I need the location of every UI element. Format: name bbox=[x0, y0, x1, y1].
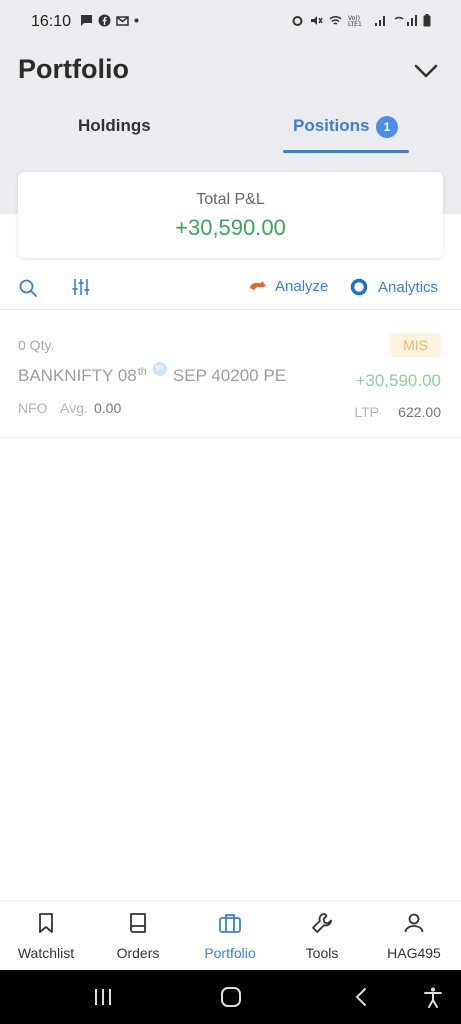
svg-text:LTE1: LTE1 bbox=[348, 21, 362, 27]
alarm-icon bbox=[292, 16, 303, 26]
total-pnl-card: Total P&L +30,590.00 bbox=[18, 172, 443, 258]
android-nav-bar bbox=[0, 970, 461, 1024]
message-icon bbox=[81, 15, 92, 26]
analytics-label: Analytics bbox=[378, 278, 439, 296]
position-qty: 0 Qty. bbox=[18, 337, 55, 353]
nav-account[interactable]: HAG495 bbox=[368, 901, 460, 971]
avg-value: 0.00 bbox=[94, 400, 122, 416]
nav-tools-label: Tools bbox=[305, 945, 339, 961]
bottom-nav: Watchlist Orders Portfolio Tools HAG495 bbox=[0, 900, 461, 970]
signal-icon bbox=[375, 16, 385, 26]
chevron-down-icon[interactable] bbox=[413, 62, 439, 80]
analytics-ring-icon bbox=[350, 278, 368, 296]
wrench-icon bbox=[312, 913, 332, 933]
nav-orders[interactable]: Orders bbox=[92, 901, 184, 971]
user-icon bbox=[404, 913, 424, 933]
signal-2-icon bbox=[394, 15, 417, 26]
tab-positions[interactable]: Positions bbox=[293, 116, 370, 136]
back-icon[interactable] bbox=[351, 986, 373, 1008]
nav-account-label: HAG495 bbox=[387, 945, 441, 961]
battery-icon bbox=[423, 14, 431, 27]
recent-apps-icon[interactable] bbox=[92, 986, 114, 1008]
system-icons: Vo)) LTE1 bbox=[291, 14, 431, 27]
page-title: Portfolio bbox=[18, 54, 129, 84]
analytics-button[interactable]: Analytics bbox=[350, 278, 438, 296]
total-pnl-value: +30,590.00 bbox=[175, 215, 286, 240]
analyze-button[interactable]: Analyze bbox=[249, 278, 328, 295]
nav-tools[interactable]: Tools bbox=[276, 901, 368, 971]
nav-portfolio-label: Portfolio bbox=[204, 945, 256, 961]
ltp-value: 622.00 bbox=[398, 404, 441, 420]
nav-orders-label: Orders bbox=[116, 945, 160, 961]
product-type-badge: MIS bbox=[390, 333, 441, 357]
status-time: 16:10 bbox=[31, 13, 72, 30]
volte-icon: Vo))LTE1 bbox=[348, 15, 362, 27]
nav-watchlist-label: Watchlist bbox=[17, 945, 75, 961]
active-tab-indicator bbox=[283, 150, 409, 153]
weekly-expiry-badge: W bbox=[152, 362, 167, 376]
total-pnl-label: Total P&L bbox=[196, 191, 265, 208]
dot-icon bbox=[134, 18, 139, 23]
search-icon[interactable] bbox=[18, 278, 38, 298]
nav-watchlist[interactable]: Watchlist bbox=[0, 901, 92, 971]
status-bar: 16:10 Vo)) LTE1 bbox=[0, 0, 461, 44]
ltp-label: LTP bbox=[354, 404, 379, 420]
avg-label: Avg. bbox=[60, 400, 88, 416]
symbol-date-suffix: th bbox=[137, 366, 147, 378]
home-icon[interactable] bbox=[220, 986, 242, 1008]
gmail-icon bbox=[116, 16, 129, 26]
positions-count-badge: 1 bbox=[376, 116, 398, 138]
briefcase-icon bbox=[219, 914, 241, 933]
notification-icons bbox=[80, 14, 139, 27]
position-row[interactable]: 0 Qty. MIS BANKNIFTY 08th W SEP 40200 PE… bbox=[0, 320, 461, 438]
symbol-expiry-strike: SEP 40200 PE bbox=[172, 366, 287, 385]
position-pnl: +30,590.00 bbox=[355, 371, 441, 390]
filter-sliders-icon[interactable] bbox=[71, 277, 91, 297]
bookmark-icon bbox=[39, 913, 53, 933]
wifi-icon bbox=[329, 16, 342, 25]
analyze-label: Analyze bbox=[275, 278, 329, 295]
position-exchange: NFO bbox=[18, 400, 48, 416]
book-icon bbox=[130, 913, 146, 933]
bull-icon bbox=[250, 280, 266, 290]
nav-portfolio[interactable]: Portfolio bbox=[184, 901, 276, 971]
tab-holdings[interactable]: Holdings bbox=[78, 116, 151, 136]
symbol-name: BANKNIFTY 08 bbox=[18, 366, 137, 385]
facebook-icon bbox=[98, 14, 111, 27]
accessibility-icon[interactable] bbox=[422, 986, 444, 1008]
positions-toolbar: Analyze Analytics bbox=[0, 270, 461, 310]
mute-icon bbox=[311, 16, 323, 25]
position-symbol: BANKNIFTY 08th W SEP 40200 PE bbox=[18, 362, 287, 386]
